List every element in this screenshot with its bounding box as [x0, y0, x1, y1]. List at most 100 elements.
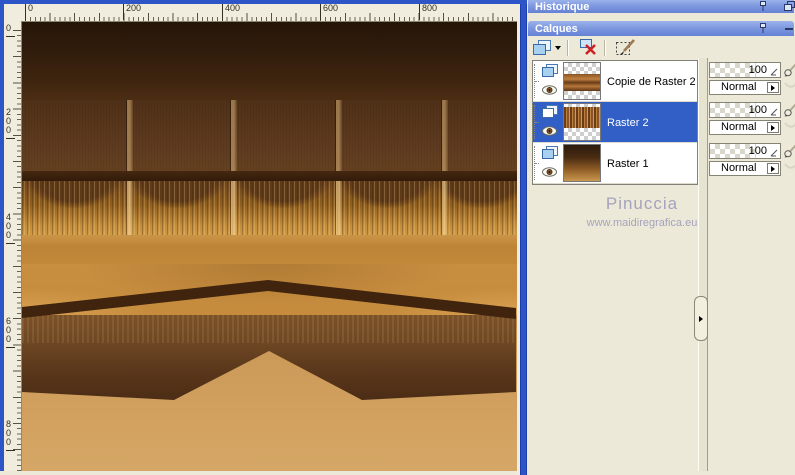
canvas-seam [335, 181, 342, 235]
opacity-slider-corner-icon [770, 108, 778, 116]
brush-icon[interactable] [784, 103, 795, 117]
opacity-value: 100 [748, 64, 767, 76]
link-faint-icon [784, 82, 795, 88]
watermark-url: www.maidiregrafica.eu [586, 217, 698, 229]
layer-thumbnail[interactable] [563, 62, 601, 100]
layer-controls-raster-2: 100 Normal [708, 102, 795, 138]
ruler-tick-label: 200 [123, 4, 141, 20]
eye-visibility-icon[interactable] [542, 167, 557, 177]
ruler-tick-label: 800 [419, 4, 437, 20]
ruler-tick-label: 0 [25, 4, 33, 20]
canvas-band-dark-top [22, 22, 517, 100]
canvas-seam [441, 181, 448, 235]
palette-panels: Historique Calques Copie de Raster 2 Ras… [527, 0, 795, 471]
blend-mode-dropdown[interactable]: Normal [709, 80, 781, 95]
image-window: 0 200 400 600 800 0 200 400 600 800 [0, 0, 527, 475]
calques-panel-header[interactable]: Calques [528, 21, 794, 36]
opacity-slider-corner-icon [770, 149, 778, 157]
canvas-seam [126, 100, 133, 171]
canvas-band-panels [22, 100, 517, 171]
collapse-icon[interactable] [784, 25, 795, 33]
layer-name: Raster 1 [607, 157, 649, 170]
toolbar-separator [604, 39, 606, 56]
canvas-seam [230, 181, 237, 235]
canvas-band-orange [22, 235, 517, 264]
ruler-vertical: 0 200 400 600 800 [4, 21, 22, 471]
historique-panel-header[interactable]: Historique [528, 0, 795, 13]
opacity-slider[interactable]: 100 [709, 143, 781, 159]
ruler-tick-label: 0 [6, 23, 15, 37]
layer-thumbnail[interactable] [563, 103, 601, 141]
blend-dropdown-button[interactable] [767, 82, 779, 93]
ruler-tick-label: 400 [222, 4, 240, 20]
ruler-horizontal: 0 200 400 600 800 [21, 4, 518, 22]
historique-panel-title: Historique [535, 0, 590, 13]
layer-controls-raster-1: 100 Normal [708, 143, 795, 179]
layer-group-bracket [534, 64, 540, 98]
layer-row-raster-1[interactable]: Raster 1 [533, 143, 697, 184]
pin-icon[interactable] [758, 23, 768, 34]
canvas-band-dark-strip [22, 171, 517, 181]
toolbar-separator [567, 39, 569, 56]
layer-group-bracket [534, 146, 540, 180]
opacity-slider-corner-icon [770, 68, 778, 76]
delete-layer-button[interactable] [576, 38, 600, 58]
ruler-tick-label: 200 [6, 107, 15, 139]
brush-icon[interactable] [784, 144, 795, 158]
layer-group-bracket [534, 105, 540, 139]
layer-name: Copie de Raster 2 [607, 75, 696, 88]
blend-mode-value: Normal [721, 121, 757, 133]
edit-selection-button[interactable] [613, 38, 639, 58]
layer-name: Raster 2 [607, 116, 649, 129]
canvas-seam [126, 181, 133, 235]
link-faint-icon [784, 122, 795, 128]
blend-mode-value: Normal [721, 162, 757, 174]
panel-splitter [698, 58, 708, 471]
layer-list: Copie de Raster 2 Raster 2 Raster 1 [532, 60, 698, 185]
opacity-slider[interactable]: 100 [709, 62, 781, 78]
new-layer-button[interactable] [531, 38, 563, 58]
splitter-arrow-icon [699, 315, 703, 322]
dropdown-arrow-icon [555, 45, 561, 50]
ruler-tick-label: 600 [6, 316, 15, 348]
eye-visibility-icon[interactable] [542, 85, 557, 95]
blend-mode-dropdown[interactable]: Normal [709, 161, 781, 176]
ruler-tick-label: 400 [6, 212, 15, 244]
blend-dropdown-button[interactable] [767, 122, 779, 133]
brush-icon[interactable] [784, 63, 795, 77]
thumbnail-art [564, 74, 600, 91]
raster-layer-icon [542, 64, 558, 77]
dropdown-arrow-icon [771, 165, 775, 172]
layer-controls-copie-de-raster-2: 100 Normal [708, 62, 795, 98]
edit-selection-icon [616, 39, 635, 55]
canvas-seam [230, 100, 237, 171]
watermark-name: Pinuccia [605, 194, 679, 213]
canvas-seam [335, 100, 342, 171]
delete-layer-icon [580, 39, 596, 55]
blend-mode-dropdown[interactable]: Normal [709, 120, 781, 135]
opacity-slider[interactable]: 100 [709, 102, 781, 118]
calques-panel-title: Calques [535, 22, 578, 35]
new-layer-icon [533, 39, 551, 55]
layer-thumbnail[interactable] [563, 144, 601, 182]
thumbnail-art [564, 107, 600, 128]
canvas[interactable] [22, 22, 517, 471]
layer-row-copie-de-raster-2[interactable]: Copie de Raster 2 [533, 61, 697, 102]
thumbnail-art [564, 145, 600, 181]
layer-row-raster-2-selected[interactable]: Raster 2 [533, 102, 697, 143]
blend-dropdown-button[interactable] [767, 163, 779, 174]
canvas-band-gold-drapes [22, 181, 517, 235]
link-faint-icon [784, 163, 795, 169]
opacity-value: 100 [748, 145, 767, 157]
ruler-tick-label: 800 [6, 419, 15, 451]
restore-icon[interactable] [784, 1, 795, 12]
ruler-tick-label: 600 [320, 4, 338, 20]
eye-visibility-icon[interactable] [542, 126, 557, 136]
ruler-corner [4, 4, 22, 22]
raster-layer-icon [542, 105, 558, 118]
splitter-handle[interactable] [694, 296, 708, 341]
raster-layer-icon [542, 146, 558, 159]
dropdown-arrow-icon [771, 124, 775, 131]
pin-icon[interactable] [758, 1, 768, 12]
watermark: Pinuccia www.maidiregrafica.eu [547, 194, 737, 229]
